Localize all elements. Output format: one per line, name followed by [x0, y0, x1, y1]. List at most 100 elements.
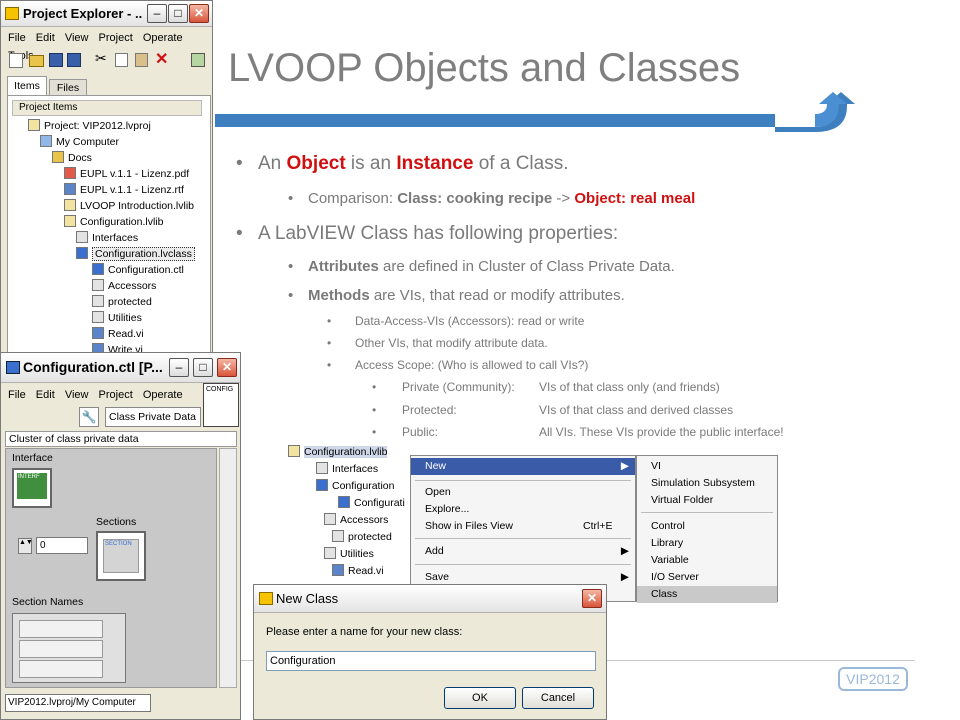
tree-item-my-computer[interactable]: My Computer [40, 134, 119, 150]
menu-operate[interactable]: Operate [143, 386, 183, 404]
tree-item-protected[interactable]: protected [92, 294, 152, 310]
cancel-button[interactable]: Cancel [522, 687, 594, 709]
page-title: LVOOP Objects and Classes [228, 46, 741, 90]
pdf-file-icon [64, 167, 76, 179]
sections-index-stepper[interactable]: ▲▼ [18, 538, 33, 554]
project-explorer-titlebar[interactable]: Project Explorer - ... – □ ✕ [1, 1, 212, 27]
tree-item-utilities[interactable]: Utilities [324, 546, 374, 562]
menu-item-open[interactable]: Open [411, 484, 635, 501]
tree-item-rtf[interactable]: EUPL v.1.1 - Lizenz.rtf [64, 182, 184, 198]
menu-item-new[interactable]: New ▶ [411, 458, 635, 475]
tab-items[interactable]: Items [7, 76, 47, 96]
save-icon[interactable] [49, 53, 63, 67]
labview-icon [5, 7, 19, 20]
tree-item-config-ctl[interactable]: Configuration.ctl [92, 262, 184, 278]
wrench-icon[interactable]: 🔧 [79, 407, 99, 427]
new-submenu: VI Simulation Subsystem Virtual Folder C… [636, 455, 778, 603]
close-button[interactable]: ✕ [189, 4, 209, 23]
close-button[interactable]: ✕ [582, 589, 602, 608]
build-icon[interactable] [191, 53, 205, 67]
tree-item-pdf[interactable]: EUPL v.1.1 - Lizenz.pdf [64, 166, 189, 182]
tree-item-config-lib[interactable]: Configuration.lvlib [288, 444, 388, 460]
menu-operate[interactable]: Operate [143, 29, 183, 47]
ctl-window[interactable]: Configuration.ctl [P... – □ ✕ File Edit … [0, 352, 241, 720]
menu-project[interactable]: Project [99, 386, 133, 404]
submenu-arrow-icon: ▶ [620, 571, 629, 583]
submenu-item-virtual-folder[interactable]: Virtual Folder [637, 492, 777, 509]
tree-item-config-lib[interactable]: Configuration.lvlib [64, 214, 163, 230]
bullet-other-vis: • Other VIs, that modify attribute data. [327, 336, 548, 350]
submenu-item-variable[interactable]: Variable [637, 552, 777, 569]
tree-item-lvoop-lib[interactable]: LVOOP Introduction.lvlib [64, 198, 194, 214]
maximize-button[interactable]: □ [168, 4, 188, 23]
dialog-titlebar[interactable]: New Class ✕ [254, 585, 606, 613]
menu-item-add[interactable]: Add ▶ [411, 543, 635, 560]
paste-icon[interactable] [135, 53, 148, 67]
minimize-button[interactable]: – [169, 358, 189, 377]
submenu-item-library[interactable]: Library [637, 535, 777, 552]
library-icon [288, 445, 300, 457]
minimize-button[interactable]: – [147, 4, 167, 23]
labview-icon [259, 592, 273, 605]
tree-item-read-vi[interactable]: Read.vi [92, 326, 144, 342]
cut-icon[interactable]: ✂ [95, 50, 107, 67]
vi-icon [92, 327, 104, 339]
rtf-file-icon [64, 183, 76, 195]
submenu-item-simulation[interactable]: Simulation Subsystem [637, 475, 777, 492]
vertical-scrollbar[interactable] [219, 448, 237, 688]
menu-item-show-in-files[interactable]: Show in Files View Ctrl+E [411, 518, 635, 535]
ctl-titlebar[interactable]: Configuration.ctl [P... – □ ✕ [1, 353, 240, 383]
tree-item-accessors[interactable]: Accessors [324, 512, 388, 528]
tree-header: Project Items [12, 100, 202, 116]
library-icon [64, 215, 76, 227]
folder-icon [92, 295, 104, 307]
sections-object[interactable]: SECTION [96, 531, 146, 581]
menu-item-explore[interactable]: Explore... [411, 501, 635, 518]
bullet-comparison: • Comparison: Class: cooking recipe -> O… [288, 190, 696, 207]
status-path: VIP2012.lvproj/My Computer [5, 694, 151, 712]
section-names-array[interactable] [12, 613, 126, 683]
tree-item-utilities[interactable]: Utilities [92, 310, 142, 326]
save-all-icon[interactable] [67, 53, 81, 67]
tree-item-project[interactable]: Project: VIP2012.lvproj [28, 118, 151, 134]
new-icon[interactable] [9, 53, 23, 68]
submenu-item-control[interactable]: Control [637, 518, 777, 535]
tree-item-config-class[interactable]: Configuration [316, 478, 394, 494]
menu-edit[interactable]: Edit [36, 29, 55, 47]
sections-index-input[interactable]: 0 [36, 537, 88, 554]
tree-item-accessors[interactable]: Accessors [92, 278, 156, 294]
tree-item-protected[interactable]: protected [332, 529, 392, 545]
folder-icon [324, 547, 336, 559]
menu-file[interactable]: File [8, 386, 26, 404]
interface-object[interactable]: INTERF [12, 468, 52, 508]
tree-item-docs[interactable]: Docs [52, 150, 92, 166]
menu-view[interactable]: View [65, 29, 89, 47]
vip-logo: VIP2012 [838, 667, 908, 691]
project-explorer-window[interactable]: Project Explorer - ... – □ ✕ File Edit V… [0, 0, 213, 361]
menu-view[interactable]: View [65, 386, 89, 404]
tree-item-config-ctl[interactable]: Configurati [338, 495, 405, 511]
bullet-accessors: • Data-Access-VIs (Accessors): read or wr… [327, 314, 585, 328]
submenu-item-io-server[interactable]: I/O Server [637, 569, 777, 586]
tree-item-interfaces[interactable]: Interfaces [316, 461, 378, 477]
open-folder-icon[interactable] [29, 55, 44, 67]
delete-icon[interactable]: ✕ [155, 49, 168, 69]
class-name-input[interactable]: Configuration [266, 651, 596, 671]
tree-item-interfaces[interactable]: Interfaces [76, 230, 138, 246]
tree-item-read-vi[interactable]: Read.vi [332, 563, 384, 579]
class-cube-icon [316, 479, 328, 491]
tab-files[interactable]: Files [49, 79, 87, 96]
tree-item-config-class[interactable]: Configuration.lvclass [76, 246, 195, 262]
ok-button[interactable]: OK [444, 687, 516, 709]
new-class-dialog[interactable]: New Class ✕ Please enter a name for your… [253, 584, 607, 720]
submenu-item-class[interactable]: Class [637, 586, 777, 603]
copy-icon[interactable] [115, 53, 128, 67]
menu-file[interactable]: File [8, 29, 26, 47]
menu-project[interactable]: Project [99, 29, 133, 47]
submenu-item-vi[interactable]: VI [637, 458, 777, 475]
bullet-methods: • Methods are VIs, that read or modify at… [288, 287, 625, 304]
folder-icon [92, 279, 104, 291]
maximize-button[interactable]: □ [193, 358, 213, 377]
menu-edit[interactable]: Edit [36, 386, 55, 404]
close-button[interactable]: ✕ [217, 358, 237, 377]
